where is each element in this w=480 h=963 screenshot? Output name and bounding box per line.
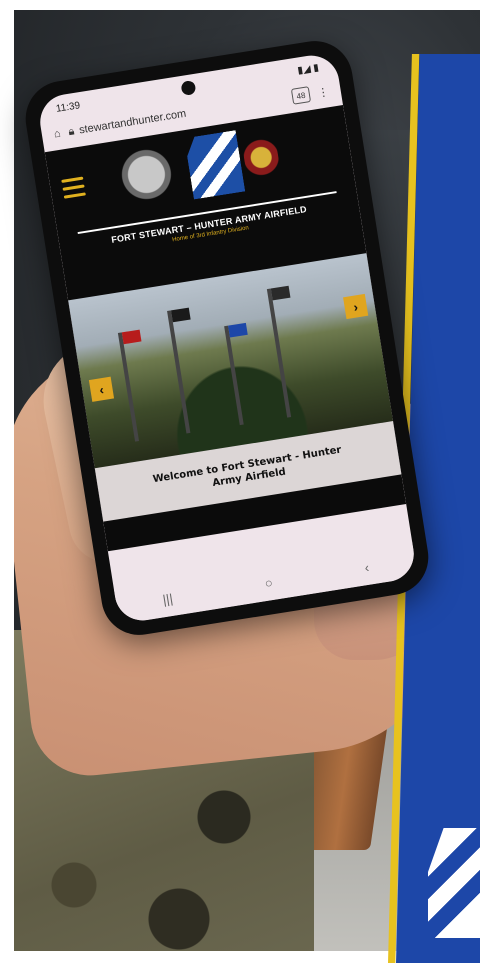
website-content: FORT STEWART – HUNTER ARMY AIRFIELD Home…: [44, 104, 407, 552]
unit-crest-logo: [241, 136, 281, 179]
site-subtitle: Home of 3rd Infantry Division: [171, 225, 250, 244]
flag-pole: [117, 329, 142, 442]
tabs-icon[interactable]: 48: [290, 86, 312, 105]
carousel-next-button[interactable]: ›: [343, 293, 369, 320]
carousel-prev-button[interactable]: ‹: [88, 376, 115, 402]
menu-icon[interactable]: [61, 176, 86, 204]
site-title: FORT STEWART – HUNTER ARMY AIRFIELD: [110, 204, 308, 245]
phone-screen: 11:39 ▮◢ ▮ ⌂ 🔒︎ stewartandhunter.com 48 …: [36, 51, 418, 625]
recents-button[interactable]: |||: [162, 590, 174, 606]
lock-icon: 🔒︎: [67, 124, 76, 138]
home-button[interactable]: ○: [264, 574, 274, 590]
mascot-logo: [113, 142, 181, 213]
back-button[interactable]: ‹: [363, 559, 370, 574]
flag-pole: [167, 307, 191, 434]
front-camera: [180, 79, 197, 96]
flag-pole: [224, 322, 248, 426]
status-icons: ▮◢ ▮: [296, 61, 320, 77]
status-time: 11:39: [55, 99, 81, 115]
home-icon[interactable]: ⌂: [53, 128, 61, 141]
more-icon[interactable]: ⋮: [317, 85, 330, 100]
flag-pole: [266, 285, 292, 418]
division-patch-logo: [184, 130, 245, 199]
